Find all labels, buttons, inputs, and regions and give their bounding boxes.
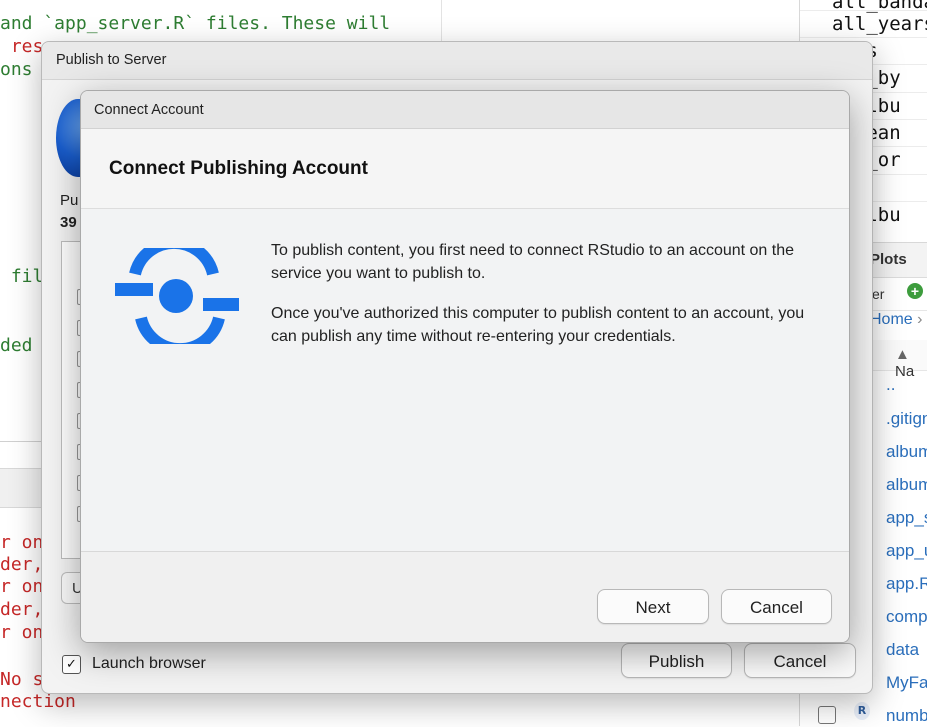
connect-header: Connect Publishing Account bbox=[81, 129, 849, 209]
file-item[interactable]: album bbox=[886, 442, 927, 462]
publish-file-count: 39 bbox=[60, 214, 77, 231]
publish-cancel-button[interactable]: Cancel bbox=[744, 643, 856, 678]
file-item[interactable]: numb bbox=[886, 706, 927, 726]
console-line: r on bbox=[0, 622, 44, 643]
file-item[interactable]: data bbox=[886, 640, 919, 660]
editor-line: ons bbox=[0, 59, 33, 80]
connect-paragraph-1: To publish content, you first need to co… bbox=[271, 242, 795, 282]
console-line: r on bbox=[0, 532, 44, 553]
sort-up-icon: ▲ bbox=[895, 346, 910, 363]
connect-cancel-button[interactable]: Cancel bbox=[721, 589, 832, 624]
breadcrumb-home[interactable]: Home bbox=[870, 311, 913, 328]
file-checkbox[interactable] bbox=[818, 706, 836, 724]
connect-heading: Connect Publishing Account bbox=[109, 158, 368, 179]
console-line: der, bbox=[0, 554, 44, 575]
publish-titlebar[interactable]: Publish to Server bbox=[42, 42, 872, 80]
connect-titlebar[interactable]: Connect Account bbox=[81, 91, 849, 129]
file-item[interactable]: app_s bbox=[886, 508, 927, 528]
file-item[interactable]: .gitign bbox=[886, 409, 927, 429]
publish-connect-icon bbox=[115, 248, 239, 344]
connect-body: To publish content, you first need to co… bbox=[81, 209, 849, 552]
file-item[interactable]: album bbox=[886, 475, 927, 495]
console-line: r on bbox=[0, 576, 44, 597]
editor-line: fil bbox=[0, 266, 44, 287]
tab-plots[interactable]: Plots bbox=[870, 251, 907, 268]
files-toolbar-label[interactable]: er bbox=[872, 286, 884, 302]
column-name-label: Na bbox=[895, 363, 915, 380]
connect-dialog-title: Connect Account bbox=[94, 102, 204, 118]
launch-browser-checkbox[interactable]: ✓ bbox=[62, 655, 81, 674]
r-file-icon: R bbox=[854, 702, 870, 720]
environment-row[interactable]: all_years bbox=[800, 10, 927, 37]
breadcrumb[interactable]: Home › bbox=[870, 311, 922, 329]
editor-line: ded bbox=[0, 335, 33, 356]
add-icon[interactable]: + bbox=[907, 283, 923, 299]
connect-paragraph-2: Once you've authorized this computer to … bbox=[271, 305, 805, 345]
console-line: der, bbox=[0, 599, 44, 620]
file-item[interactable]: app.R bbox=[886, 574, 927, 594]
next-button[interactable]: Next bbox=[597, 589, 709, 624]
launch-browser-label: Launch browser bbox=[92, 655, 206, 672]
column-name-header[interactable]: ▲ Na bbox=[895, 346, 927, 380]
publish-files-label: Pu bbox=[60, 192, 79, 209]
file-item[interactable]: comp bbox=[886, 607, 927, 627]
file-parent[interactable]: .. bbox=[886, 375, 895, 395]
publish-dialog-title: Publish to Server bbox=[56, 52, 167, 68]
editor-line: and `app_server.R` files. These will bbox=[0, 13, 391, 34]
console-line: nection bbox=[0, 691, 76, 712]
connect-description: To publish content, you first need to co… bbox=[271, 239, 831, 365]
chevron-right-icon: › bbox=[917, 311, 923, 328]
file-item[interactable]: MyFa bbox=[886, 673, 927, 693]
publish-button[interactable]: Publish bbox=[621, 643, 732, 678]
console-line: No s bbox=[0, 669, 44, 690]
file-item[interactable]: app_u bbox=[886, 541, 927, 561]
connect-account-dialog: Connect Account Connect Publishing Accou… bbox=[80, 90, 850, 643]
